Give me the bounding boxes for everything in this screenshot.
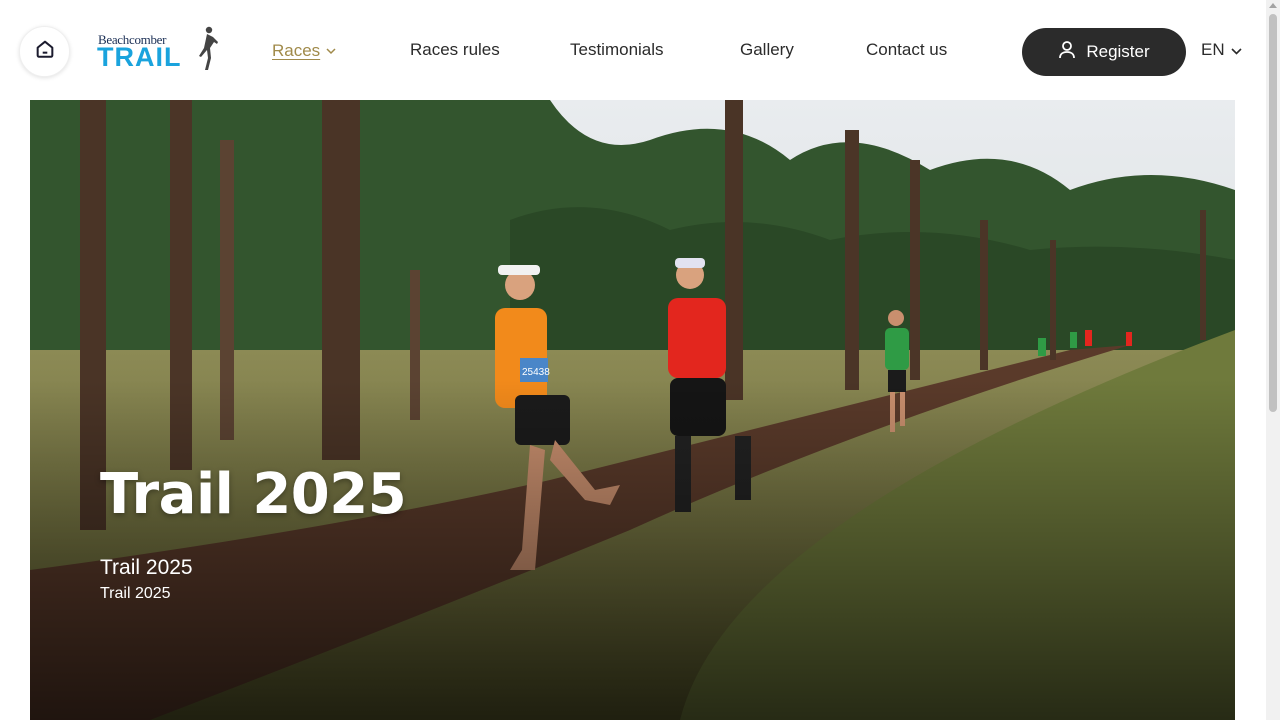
nav-races-label: Races [272,41,321,60]
site-logo[interactable]: Beachcomber TRAIL [97,26,221,74]
hero-banner: 25438 Trail 2025 Trail 2025 Trail 2025 [30,100,1235,720]
chevron-down-icon [326,40,336,60]
nav-gallery[interactable]: Gallery [740,40,794,60]
nav-races[interactable]: Races [272,40,336,61]
language-label: EN [1201,40,1225,59]
hero-trail-photo: 25438 [30,100,1235,720]
register-label: Register [1086,42,1150,61]
site-header: Beachcomber TRAIL Races Races rules Test… [0,0,1280,100]
hero-title: Trail 2025 [100,462,407,527]
hero-subtitle: Trail 2025 [100,556,193,579]
language-selector[interactable]: EN [1201,40,1242,60]
nav-contact-us[interactable]: Contact us [866,40,947,60]
home-button[interactable] [19,26,70,77]
home-icon [34,38,56,65]
scroll-up-arrow-icon[interactable] [1269,3,1277,8]
page-scrollbar[interactable] [1266,0,1280,720]
user-icon [1058,40,1076,64]
chevron-down-icon [1231,40,1242,60]
register-button[interactable]: Register [1022,28,1186,76]
scroll-thumb[interactable] [1269,14,1277,412]
nav-races-rules[interactable]: Races rules [410,40,500,60]
logo-bottom-text: TRAIL [97,42,182,72]
nav-testimonials[interactable]: Testimonials [570,40,664,60]
hero-caption: Trail 2025 [100,585,171,602]
runner-logo-icon [199,26,218,70]
